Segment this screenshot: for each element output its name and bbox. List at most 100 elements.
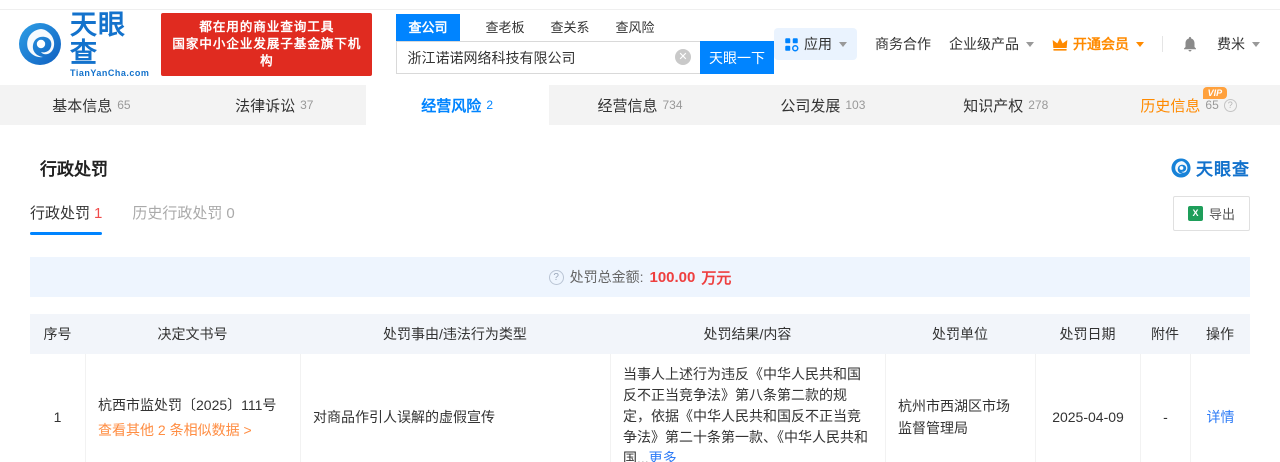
tianyancha-swirl-icon <box>18 22 62 66</box>
tab-label: 经营信息 <box>597 95 657 116</box>
tab-basic-info[interactable]: 基本信息 65 <box>0 85 183 125</box>
col-header-unit: 处罚单位 <box>885 324 1035 344</box>
subtab-history-penalty[interactable]: 历史行政处罚0 <box>132 202 234 235</box>
search-tab-company[interactable]: 查公司 <box>396 14 459 41</box>
notification-bell-icon[interactable] <box>1181 35 1199 53</box>
section-title: 行政处罚 <box>30 155 108 180</box>
business-cooperation-link[interactable]: 商务合作 <box>875 34 931 54</box>
clear-search-icon[interactable]: ✕ <box>675 49 691 65</box>
tab-company-development[interactable]: 公司发展 103 <box>731 85 914 125</box>
tab-label: 法律诉讼 <box>235 95 295 116</box>
search-button[interactable]: 天眼一下 <box>700 41 774 74</box>
tab-count: 278 <box>1028 98 1048 112</box>
search-tab-boss[interactable]: 查老板 <box>486 14 525 41</box>
search-tab-relation[interactable]: 查关系 <box>551 14 590 41</box>
result-text: 当事人上述行为违反《中华人民共和国反不正当竞争法》第八条第二款的规定，依据《中华… <box>623 364 873 462</box>
row-reason: 对商品作引人误解的虚假宣传 <box>300 354 610 462</box>
row-result-cell: 当事人上述行为违反《中华人民共和国反不正当竞争法》第八条第二款的规定，依据《中华… <box>610 354 885 462</box>
vip-badge: VIP <box>1203 87 1228 99</box>
tab-label: 知识产权 <box>963 95 1023 116</box>
tab-label: 公司发展 <box>780 95 840 116</box>
logo-title: 天眼查 <box>70 11 149 67</box>
penalty-summary-bar: ? 处罚总金额: 100.00 万元 <box>30 257 1250 297</box>
top-strip <box>0 0 1280 10</box>
col-header-reason: 处罚事由/违法行为类型 <box>300 324 610 344</box>
tab-label: 基本信息 <box>52 95 112 116</box>
col-header-date: 处罚日期 <box>1035 324 1140 344</box>
tab-count: 37 <box>300 98 313 112</box>
tabbar-spacer <box>0 78 1280 85</box>
logo-subtitle: TianYanCha.com <box>70 68 149 78</box>
col-header-action: 操作 <box>1190 324 1250 344</box>
row-attachment: - <box>1140 354 1190 462</box>
apps-menu[interactable]: 应用 <box>774 28 857 60</box>
open-vip-label: 开通会员 <box>1073 34 1129 54</box>
excel-icon: X <box>1188 206 1203 221</box>
subtab-label: 行政处罚 <box>30 205 90 222</box>
row-penalty-date: 2025-04-09 <box>1035 354 1140 462</box>
tab-history-info[interactable]: VIP 历史信息 65 ? <box>1097 85 1280 125</box>
subtab-row: 行政处罚1 历史行政处罚0 X 导出 <box>30 196 1250 241</box>
subtab-count: 0 <box>226 205 234 222</box>
enterprise-product-label: 企业级产品 <box>949 34 1019 54</box>
tab-count: 65 <box>1205 98 1218 112</box>
search-tab-risk[interactable]: 查风险 <box>616 14 655 41</box>
export-button[interactable]: X 导出 <box>1173 196 1250 231</box>
section-watermark-logo: 天眼查 <box>1171 155 1250 180</box>
tab-operation-risk[interactable]: 经营风险 2 <box>366 85 549 125</box>
doc-number: 杭西市监处罚〔2025〕111号 <box>98 394 288 416</box>
apps-label: 应用 <box>804 34 832 54</box>
help-icon[interactable]: ? <box>1224 99 1237 112</box>
admin-penalty-section: 行政处罚 天眼查 行政处罚1 历史行政处罚0 X 导出 ? 处罚总金额: 100… <box>0 125 1280 462</box>
col-header-attachment: 附件 <box>1140 324 1190 344</box>
username: 费米 <box>1217 34 1245 54</box>
crown-icon <box>1052 37 1068 51</box>
enterprise-product-menu[interactable]: 企业级产品 <box>949 34 1034 54</box>
tianyancha-swirl-icon <box>1171 158 1191 178</box>
search-bar: ✕ 天眼一下 <box>396 41 774 74</box>
tab-count: 103 <box>845 98 865 112</box>
row-detail-link[interactable]: 详情 <box>1190 354 1250 462</box>
tab-intellectual-property[interactable]: 知识产权 278 <box>914 85 1097 125</box>
penalty-table: 序号 决定文书号 处罚事由/违法行为类型 处罚结果/内容 处罚单位 处罚日期 附… <box>30 314 1250 462</box>
summary-unit: 万元 <box>701 267 731 288</box>
open-vip-menu[interactable]: 开通会员 <box>1052 34 1144 54</box>
nav-divider <box>1162 36 1163 52</box>
result-body: 当事人上述行为违反《中华人民共和国反不正当竞争法》第八条第二款的规定，依据《中华… <box>623 366 868 462</box>
header-nav: 应用 商务合作 企业级产品 开通会员 费米 <box>774 28 1260 60</box>
tab-legal-litigation[interactable]: 法律诉讼 37 <box>183 85 366 125</box>
logo-text: 天眼查 TianYanCha.com <box>70 11 149 78</box>
chevron-down-icon <box>839 42 847 47</box>
tianyancha-logo[interactable]: 天眼查 TianYanCha.com <box>18 11 149 78</box>
subtab-admin-penalty[interactable]: 行政处罚1 <box>30 202 102 235</box>
grid-icon <box>784 37 799 52</box>
row-doc-cell: 杭西市监处罚〔2025〕111号 查看其他 2 条相似数据 > <box>85 354 300 462</box>
tab-count: 2 <box>486 98 493 112</box>
slogan-line1: 都在用的商业查询工具 <box>171 19 362 36</box>
result-ellipsis: ... <box>637 450 649 462</box>
summary-label: 处罚总金额: <box>570 267 644 287</box>
help-icon[interactable]: ? <box>549 270 564 285</box>
row-penalty-unit: 杭州市西湖区市场监督管理局 <box>885 354 1035 462</box>
watermark-logo-text: 天眼查 <box>1196 155 1250 180</box>
col-header-index: 序号 <box>30 324 85 344</box>
chevron-down-icon <box>1136 42 1144 47</box>
subtab-label: 历史行政处罚 <box>132 205 222 222</box>
company-tabbar: 基本信息 65 法律诉讼 37 经营风险 2 经营信息 734 公司发展 103… <box>0 85 1280 125</box>
tab-label: 历史信息 <box>1140 95 1200 116</box>
penalty-unit-text: 杭州市西湖区市场监督管理局 <box>898 395 1023 439</box>
section-header: 行政处罚 天眼查 <box>30 155 1250 180</box>
user-menu[interactable]: 费米 <box>1217 34 1260 54</box>
similar-data-link[interactable]: 查看其他 2 条相似数据 > <box>98 420 288 440</box>
tab-label: 经营风险 <box>421 95 481 116</box>
chevron-down-icon <box>1252 42 1260 47</box>
tab-count: 65 <box>117 98 130 112</box>
search-input-box: ✕ <box>396 41 700 74</box>
subtab-count: 1 <box>94 205 102 222</box>
search-input[interactable] <box>396 41 700 74</box>
tab-operation-info[interactable]: 经营信息 734 <box>549 85 732 125</box>
search-area: 查公司 查老板 查关系 查风险 ✕ 天眼一下 <box>396 14 774 74</box>
search-tabs: 查公司 查老板 查关系 查风险 <box>396 14 774 41</box>
more-link[interactable]: 更多 <box>649 450 677 462</box>
header: 天眼查 TianYanCha.com 都在用的商业查询工具 国家中小企业发展子基… <box>0 10 1280 78</box>
